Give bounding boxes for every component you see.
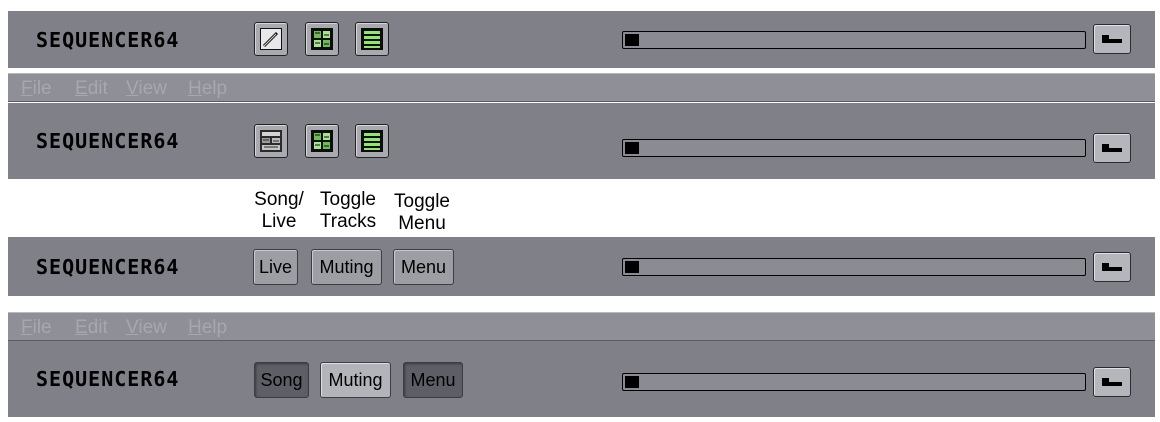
pause-button[interactable] [1093, 367, 1131, 397]
song-progress-bar[interactable] [622, 31, 1086, 49]
pause-button[interactable] [1093, 24, 1131, 54]
song-progress-bar[interactable] [622, 373, 1086, 391]
menu-edit[interactable]: Edit [75, 317, 108, 339]
menu-view[interactable]: View [126, 78, 167, 100]
app-logo: SEQUENCER64 [36, 254, 180, 279]
menu-lines-icon [361, 130, 383, 152]
pause-stop-icon [1102, 144, 1122, 152]
menu-help-rest: elp [201, 78, 228, 99]
toggle-menu-button[interactable] [355, 124, 389, 158]
menu-edit-rest: dit [87, 78, 108, 99]
pause-stop-icon [1102, 35, 1122, 43]
caption-song-live-line2: Live [261, 211, 297, 232]
menu-help-rest: elp [201, 317, 228, 338]
app-logo: SEQUENCER64 [36, 129, 180, 153]
menu-help[interactable]: Help [188, 317, 227, 339]
toolbar-1: SEQUENCER64 [8, 11, 1155, 68]
toolbar-4: SEQUENCER64 Song Muting Menu [8, 341, 1155, 417]
app-logo: SEQUENCER64 [36, 367, 180, 391]
toggle-tracks-button[interactable] [305, 22, 339, 56]
menu-file-rest: ile [32, 317, 52, 338]
menu-view[interactable]: View [126, 317, 167, 339]
menu-lines-icon [361, 28, 383, 50]
song-live-button[interactable] [254, 124, 288, 158]
song-progress-bar[interactable] [622, 258, 1086, 276]
muting-button[interactable]: Muting [320, 362, 391, 398]
toggle-tracks-button[interactable] [305, 124, 339, 158]
caption-toggle-menu: Toggle Menu [388, 191, 456, 235]
menu-edit[interactable]: Edit [75, 78, 108, 100]
menu-button[interactable]: Menu [403, 362, 463, 398]
song-button[interactable]: Song [254, 362, 309, 398]
toolbar-2: SEQUENCER64 [8, 103, 1155, 179]
caption-toggle-menu-line2: Menu [398, 213, 446, 234]
muting-button[interactable]: Muting [311, 249, 382, 285]
pause-stop-icon [1102, 263, 1122, 271]
menu-view-rest: iew [138, 78, 167, 99]
song-progress-fill [625, 34, 639, 46]
menubar-1: File Edit View Help [8, 73, 1155, 102]
menu-edit-rest: dit [87, 317, 108, 338]
caption-toggle-menu-line1: Toggle [394, 191, 450, 212]
song-progress-fill [625, 261, 639, 273]
caption-song-live-line1: Song/ [254, 189, 304, 210]
menu-view-rest: iew [138, 317, 167, 338]
menu-file-rest: ile [32, 78, 52, 99]
tracks-grid-icon [311, 130, 333, 152]
caption-song-live: Song/ Live [250, 189, 308, 233]
pause-button[interactable] [1093, 252, 1131, 282]
pause-stop-icon [1102, 378, 1122, 386]
toggle-menu-button[interactable] [355, 22, 389, 56]
song-progress-fill [625, 376, 639, 388]
menu-button[interactable]: Menu [393, 249, 454, 285]
menu-file[interactable]: File [21, 78, 52, 100]
caption-toggle-tracks-line1: Toggle [320, 189, 376, 210]
caption-toggle-tracks-line2: Tracks [319, 211, 377, 232]
song-progress-fill [625, 142, 639, 154]
menubar-2: File Edit View Help [8, 312, 1155, 341]
app-logo: SEQUENCER64 [36, 27, 180, 52]
caption-toggle-tracks: Toggle Tracks [315, 189, 381, 233]
pencil-icon [260, 28, 282, 50]
song-progress-bar[interactable] [622, 139, 1086, 157]
song-grid-icon [260, 130, 282, 152]
edit-button[interactable] [254, 22, 288, 56]
toolbar-3: SEQUENCER64 Live Muting Menu [8, 237, 1155, 296]
tracks-grid-icon [311, 28, 333, 50]
live-button[interactable]: Live [253, 249, 298, 285]
pause-button[interactable] [1093, 133, 1131, 163]
menu-file[interactable]: File [21, 317, 52, 339]
menu-help[interactable]: Help [188, 78, 227, 100]
